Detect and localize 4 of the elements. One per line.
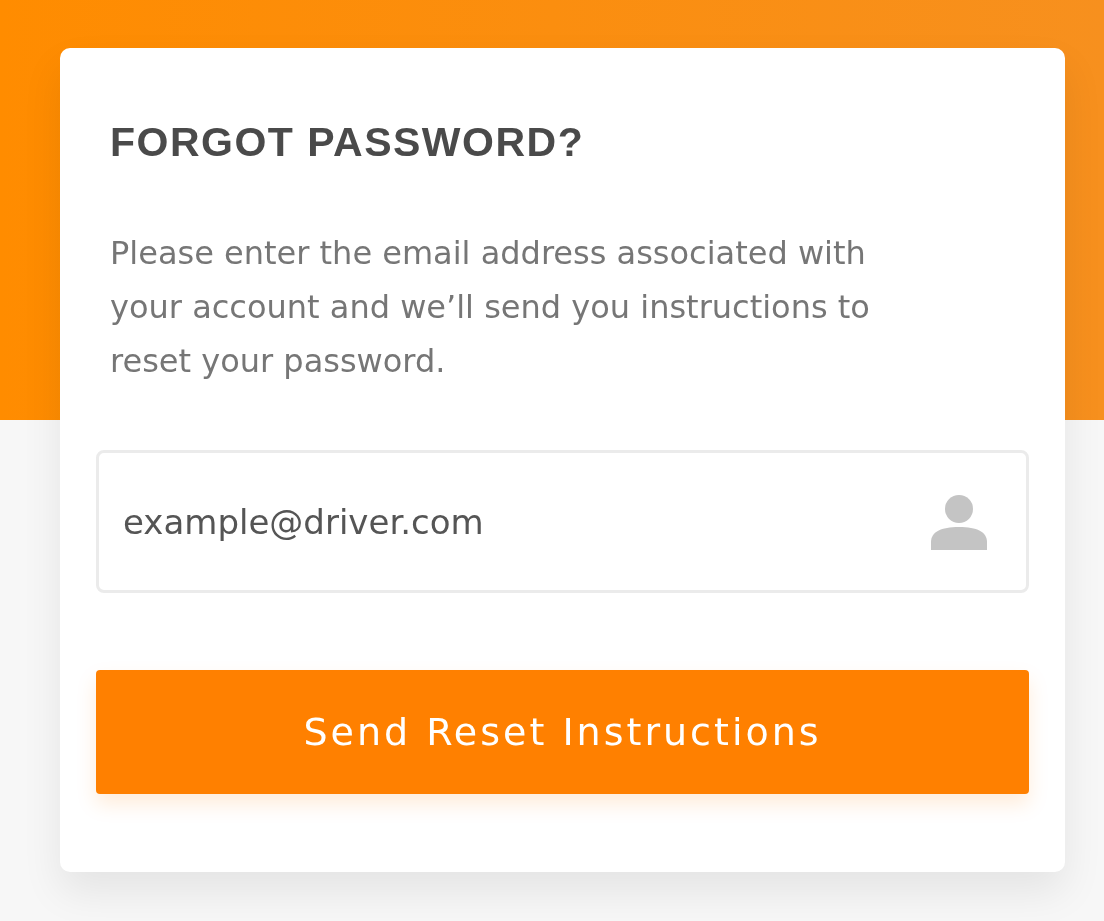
description: Please enter the email address associated with your account and we’ll send you instructions to reset your password. xyxy=(110,233,871,382)
email-field[interactable]: example@driver.com xyxy=(96,450,1029,593)
person-icon xyxy=(931,494,987,550)
title: FORGOT PASSWORD? xyxy=(110,118,586,167)
